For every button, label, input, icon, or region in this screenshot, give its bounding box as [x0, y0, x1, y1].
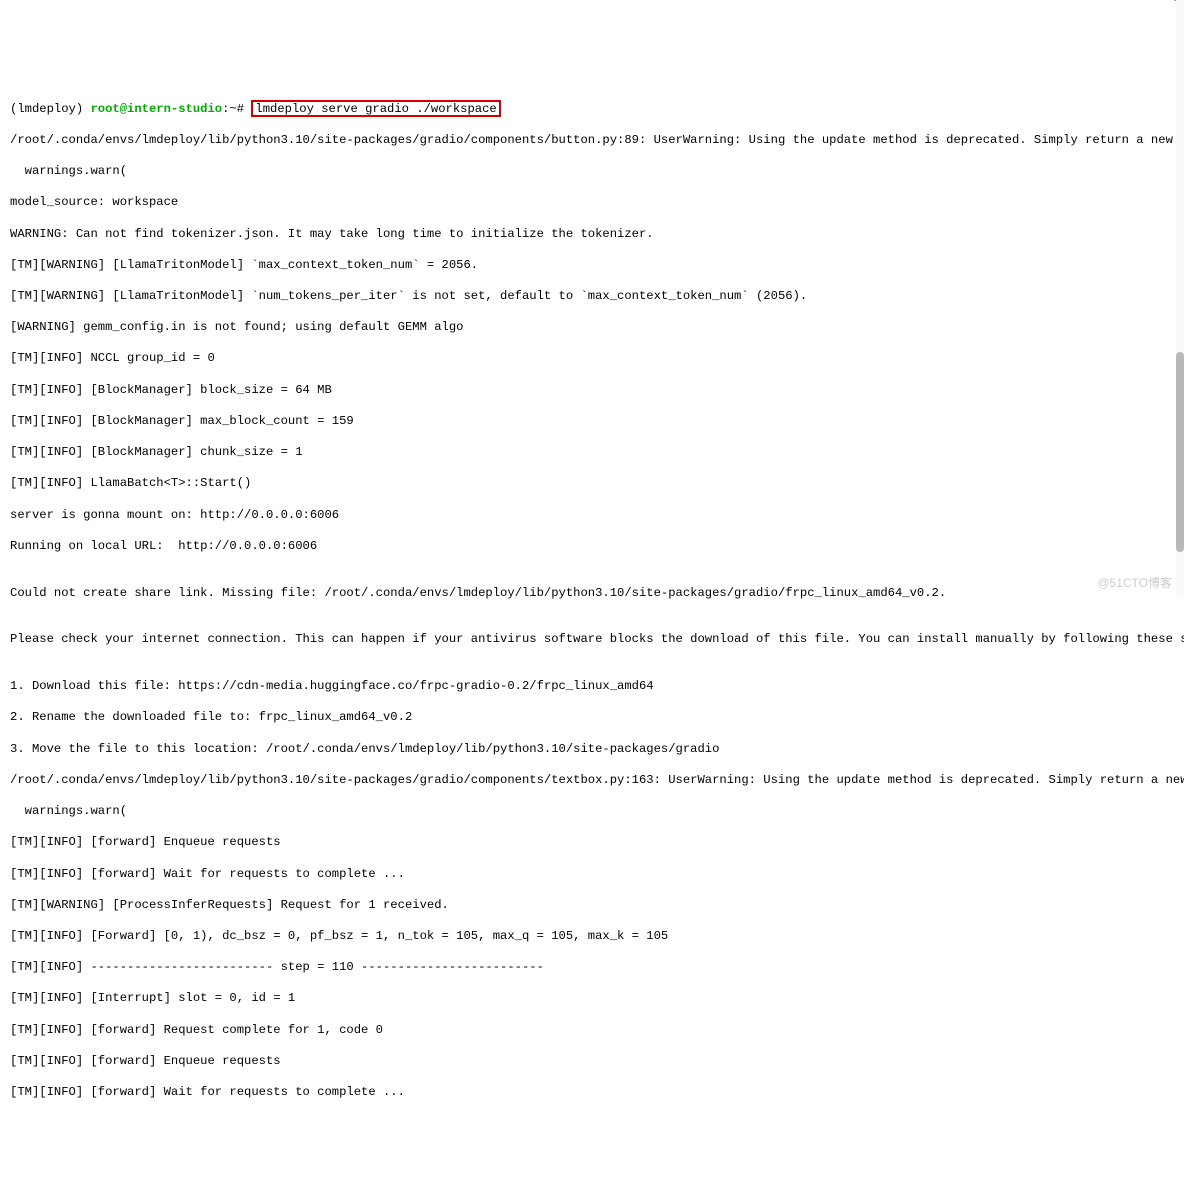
output-line: [TM][INFO] LlamaBatch<T>::Start() — [10, 476, 1174, 492]
output-line: [TM][INFO] [forward] Request complete fo… — [10, 1023, 1174, 1039]
output-line: [TM][WARNING] [LlamaTritonModel] `num_to… — [10, 289, 1174, 305]
output-line: model_source: workspace — [10, 195, 1174, 211]
prompt-path: :~# — [222, 102, 251, 116]
watermark: @51CTO博客 — [1097, 576, 1172, 591]
output-line: [TM][INFO] [BlockManager] block_size = 6… — [10, 383, 1174, 399]
output-line: [TM][INFO] [forward] Wait for requests t… — [10, 867, 1174, 883]
output-line: /root/.conda/envs/lmdeploy/lib/python3.1… — [10, 133, 1174, 149]
user-host: root@intern-studio — [90, 102, 222, 116]
output-line: Could not create share link. Missing fil… — [10, 586, 1174, 602]
output-line: [TM][INFO] [forward] Enqueue requests — [10, 835, 1174, 851]
scrollbar-track[interactable] — [1176, 0, 1184, 597]
output-line: [TM][INFO] [BlockManager] max_block_coun… — [10, 414, 1174, 430]
prompt-line[interactable]: (lmdeploy) root@intern-studio:~# lmdeplo… — [10, 102, 1174, 118]
output-line: /root/.conda/envs/lmdeploy/lib/python3.1… — [10, 773, 1174, 789]
output-line: [TM][INFO] NCCL group_id = 0 — [10, 351, 1174, 367]
output-line: [WARNING] gemm_config.in is not found; u… — [10, 320, 1174, 336]
output-line: 3. Move the file to this location: /root… — [10, 742, 1174, 758]
command-highlight: lmdeploy serve gradio ./workspace — [251, 100, 500, 117]
scrollbar-thumb[interactable] — [1176, 352, 1184, 552]
output-line: [TM][WARNING] [LlamaTritonModel] `max_co… — [10, 258, 1174, 274]
output-line: [TM][INFO] [Forward] [0, 1), dc_bsz = 0,… — [10, 929, 1174, 945]
output-line: [TM][INFO] [BlockManager] chunk_size = 1 — [10, 445, 1174, 461]
output-line: warnings.warn( — [10, 164, 1174, 180]
output-line: WARNING: Can not find tokenizer.json. It… — [10, 227, 1174, 243]
output-line: Please check your internet connection. T… — [10, 632, 1174, 648]
output-line: [TM][INFO] [forward] Enqueue requests — [10, 1054, 1174, 1070]
output-line: warnings.warn( — [10, 804, 1174, 820]
output-line: [TM][INFO] ------------------------- ste… — [10, 960, 1174, 976]
output-line: Running on local URL: http://0.0.0.0:600… — [10, 539, 1174, 555]
output-line: [TM][INFO] [Interrupt] slot = 0, id = 1 — [10, 991, 1174, 1007]
output-line: 2. Rename the downloaded file to: frpc_l… — [10, 710, 1174, 726]
conda-env: (lmdeploy) — [10, 102, 90, 116]
output-line: [TM][INFO] [forward] Wait for requests t… — [10, 1085, 1174, 1101]
output-line: server is gonna mount on: http://0.0.0.0… — [10, 508, 1174, 524]
output-line: 1. Download this file: https://cdn-media… — [10, 679, 1174, 695]
output-line: [TM][WARNING] [ProcessInferRequests] Req… — [10, 898, 1174, 914]
